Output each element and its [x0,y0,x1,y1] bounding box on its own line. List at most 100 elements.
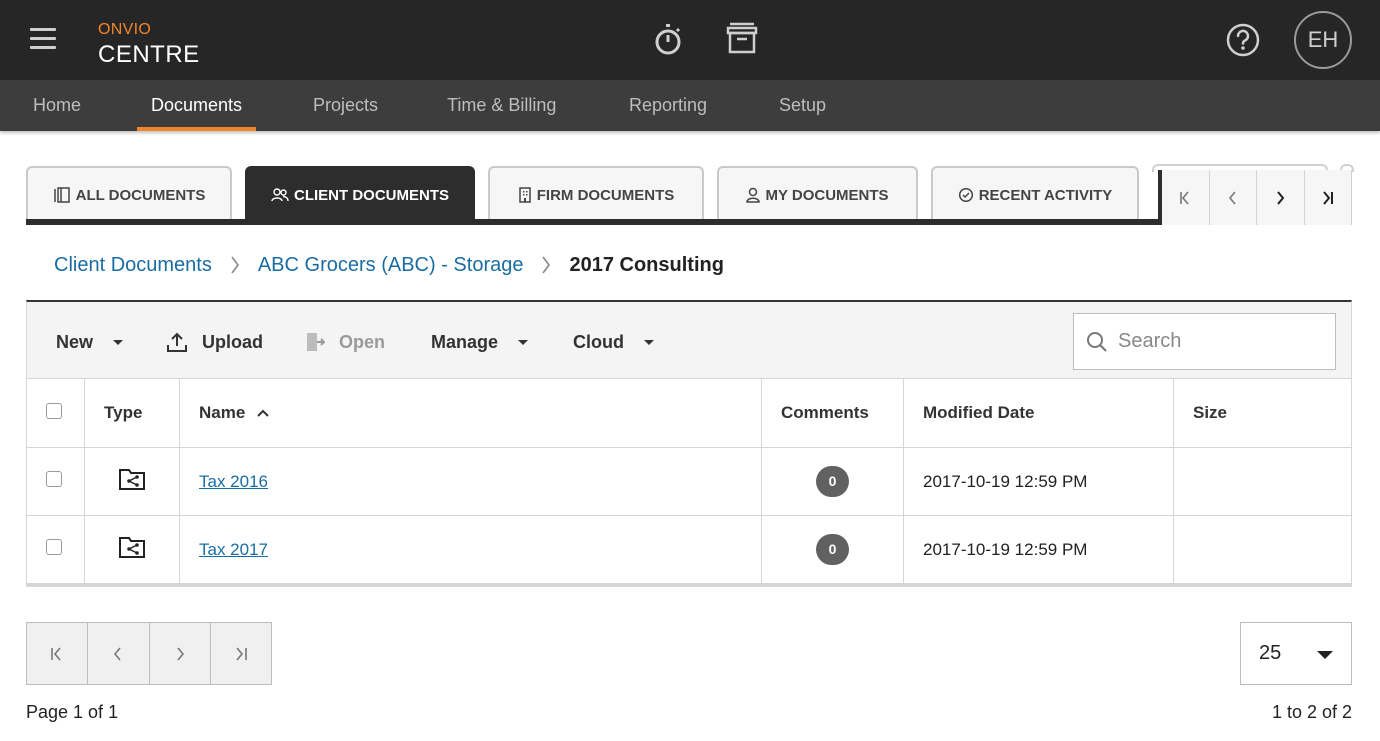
nav-item-documents[interactable]: Documents [136,80,257,131]
cloud-menu-button[interactable]: Cloud [573,330,654,354]
clock-check-icon [958,187,973,203]
shared-folder-icon [119,469,145,490]
documents-table: Type Name Comments Modified Date Size Ta… [26,378,1352,584]
open-button[interactable]: Open [305,330,385,354]
open-label: Open [339,331,386,352]
column-type[interactable]: Type [84,378,180,448]
search-field[interactable] [1073,313,1336,370]
comment-count-badge[interactable]: 0 [816,466,849,497]
row-checkbox[interactable] [46,471,62,487]
comments-cell: 0 [761,447,904,516]
select-all-cell [26,378,85,448]
all-documents-icon [53,187,70,203]
chevron-left-icon [1228,190,1236,205]
first-page-icon [51,646,61,661]
tab-recent-activity[interactable]: RECENT ACTIVITY [931,166,1139,222]
caret-down-icon [518,339,529,345]
top-header: ONVIO CENTRE EH [0,0,1380,80]
brand-product: CENTRE [98,41,200,68]
nav-item-setup[interactable]: Setup [779,80,826,131]
table-bottom-rule [26,584,1352,587]
comments-cell: 0 [761,515,904,584]
tab-first-button[interactable] [1162,170,1210,225]
stopwatch-icon[interactable] [650,22,686,58]
main-nav: Home Documents Projects Time & Billing R… [0,80,1380,131]
tab-all-documents[interactable]: ALL DOCUMENTS [26,166,232,222]
folder-link[interactable]: Tax 2016 [199,472,268,491]
table-row[interactable]: Tax 2016 0 2017-10-19 12:59 PM [26,447,1352,516]
chevron-right-icon [177,646,184,661]
chevron-right-icon [541,256,551,274]
manage-menu-button[interactable]: Manage [431,330,529,354]
help-icon[interactable] [1226,23,1260,57]
chevron-right-icon [1277,190,1285,205]
tab-underline [26,219,1162,225]
tab-label: CLIENT DOCUMENTS [294,186,449,204]
size-cell [1173,447,1352,516]
search-input[interactable] [1118,330,1318,353]
upload-icon [167,332,187,352]
tab-my-documents[interactable]: MY DOCUMENTS [717,166,918,222]
breadcrumb-abc-grocers[interactable]: ABC Grocers (ABC) - Storage [258,254,524,277]
row-checkbox[interactable] [46,539,62,555]
nav-item-projects[interactable]: Projects [313,80,378,131]
page-size-select[interactable]: 25 [1240,622,1352,685]
comment-count-badge[interactable]: 0 [816,534,849,565]
upload-button[interactable]: Upload [166,330,263,354]
table-row[interactable]: Tax 2017 0 2017-10-19 12:59 PM [26,515,1352,584]
new-label: New [56,331,94,352]
people-icon [271,188,289,202]
tab-label: FIRM DOCUMENTS [536,186,675,204]
user-avatar[interactable]: EH [1294,11,1352,69]
column-name[interactable]: Name [179,378,762,448]
tab-prev-button[interactable] [1210,170,1257,225]
modified-cell: 2017-10-19 12:59 PM [903,515,1174,584]
page-size-value: 25 [1259,642,1282,664]
chevron-left-icon [114,646,121,661]
tab-client-documents[interactable]: CLIENT DOCUMENTS [245,166,475,222]
column-comments[interactable]: Comments [761,378,904,448]
size-cell [1173,515,1352,584]
nav-item-reporting[interactable]: Reporting [629,80,707,131]
select-all-checkbox[interactable] [46,402,62,419]
brand-name: ONVIO [98,21,152,38]
next-page-button[interactable] [150,623,211,684]
row-select-cell [26,447,85,516]
column-size[interactable]: Size [1173,378,1352,448]
person-icon [746,187,761,203]
first-page-icon [1180,190,1189,205]
type-cell [84,447,180,516]
new-menu-button[interactable]: New [56,330,124,354]
hamburger-menu-icon[interactable] [30,28,56,50]
chevron-right-icon [230,256,240,274]
last-page-button[interactable] [211,623,271,684]
last-page-icon [236,646,247,661]
range-info: 1 to 2 of 2 [1271,702,1352,722]
tab-firm-documents[interactable]: FIRM DOCUMENTS [488,166,704,222]
tab-label: MY DOCUMENTS [765,186,889,204]
archive-icon[interactable] [724,22,760,58]
tab-label: RECENT ACTIVITY [978,186,1113,204]
column-modified-date[interactable]: Modified Date [903,378,1174,448]
first-page-button[interactable] [27,623,89,684]
tab-next-button[interactable] [1257,170,1305,225]
breadcrumb-client-documents[interactable]: Client Documents [54,254,212,277]
caret-down-icon [644,339,654,345]
prev-page-button[interactable] [88,623,150,684]
pagination-controls [26,622,272,685]
type-cell [84,515,180,584]
nav-item-time-billing[interactable]: Time & Billing [447,80,556,131]
shared-folder-icon [119,537,145,558]
folder-link[interactable]: Tax 2017 [199,540,268,559]
table-header-row: Type Name Comments Modified Date Size [26,378,1352,448]
document-toolbar: New Upload Open Manage Cloud [26,300,1352,380]
building-icon [519,187,531,203]
caret-down-icon [1317,651,1333,659]
nav-item-home[interactable]: Home [33,80,81,131]
sort-ascending-icon [257,409,269,417]
tab-last-button[interactable] [1305,170,1352,225]
tab-pager [1158,170,1352,225]
upload-label: Upload [202,331,263,352]
search-icon [1087,331,1107,352]
open-file-icon [307,333,325,351]
